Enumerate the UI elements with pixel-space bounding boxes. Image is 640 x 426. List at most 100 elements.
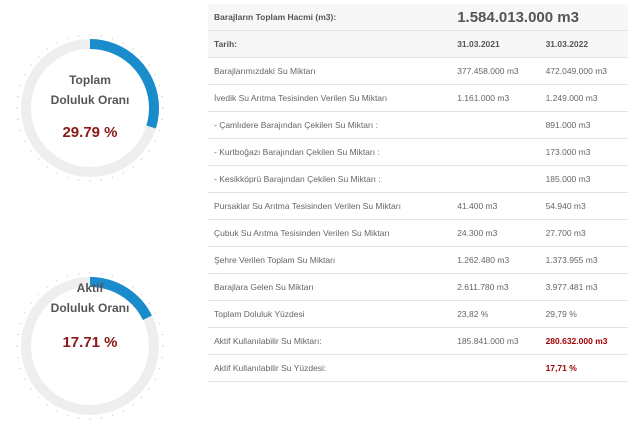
row-label: Barajlarımızdaki Su Miktarı (208, 58, 451, 85)
row-value-2022: 1.249.000 m3 (540, 85, 628, 112)
gauge-tick (47, 404, 48, 406)
total-volume-value: 1.584.013.000 m3 (451, 4, 628, 31)
row-value-2022: 280.632.000 m3 (540, 328, 628, 355)
row-value-2022: 54.940 m3 (540, 193, 628, 220)
gauge-total-fill-rate: Toplam Doluluk Oranı 29.79 % (10, 28, 170, 188)
row-value-2022: 3.977.481 m3 (540, 274, 628, 301)
gauge-active-fill-rate: Aktif Doluluk Oranı 17.71 % (10, 266, 170, 426)
gauge-tick (38, 56, 39, 57)
table-header-dates: Tarih: 31.03.2021 31.03.2022 (208, 31, 628, 58)
row-value-2021: 377.458.000 m3 (451, 58, 539, 85)
row-value-2021 (451, 355, 539, 382)
row-label: Pursaklar Su Arıtma Tesisinden Verilen S… (208, 193, 451, 220)
table-row: Pursaklar Su Arıtma Tesisinden Verilen S… (208, 193, 628, 220)
gauge-tick (38, 397, 39, 398)
row-value-2022: 472.049.000 m3 (540, 58, 628, 85)
table-row: Çubuk Su Arıtma Tesisinden Verilen Su Mi… (208, 220, 628, 247)
row-value-2021 (451, 112, 539, 139)
gauge-total-label-1: Toplam (10, 70, 170, 90)
row-value-2021: 23,82 % (451, 301, 539, 328)
row-value-2021: 185.841.000 m3 (451, 328, 539, 355)
gauge-tick (148, 150, 150, 151)
gauge-tick (30, 65, 32, 66)
gauge-tick (123, 42, 124, 44)
date-column-2: 31.03.2022 (540, 31, 628, 58)
gauge-tick (56, 42, 57, 44)
row-label: Şehre Verilen Toplam Su Miktarı (208, 247, 451, 274)
date-column-1: 31.03.2021 (451, 31, 539, 58)
table-row: - Kesikköprü Barajından Çekilen Su Mikta… (208, 166, 628, 193)
gauge-tick (123, 410, 124, 412)
table-row: Aktif Kullanılabilir Su Miktarı:185.841.… (208, 328, 628, 355)
gauge-tick (24, 379, 26, 380)
gauge-tick (30, 150, 32, 151)
table-row: Aktif Kullanılabilir Su Yüzdesi: 17,71 % (208, 355, 628, 382)
row-value-2022: 173.000 m3 (540, 139, 628, 166)
row-value-2021 (451, 166, 539, 193)
gauge-tick (141, 159, 142, 160)
table-row: Barajlarımızdaki Su Miktarı377.458.000 m… (208, 58, 628, 85)
table-row: İvedik Su Arıtma Tesisinden Verilen Su M… (208, 85, 628, 112)
gauge-tick (112, 414, 113, 416)
row-value-2021: 1.262.480 m3 (451, 247, 539, 274)
row-value-2022: 185.000 m3 (540, 166, 628, 193)
row-label: - Kesikköprü Barajından Çekilen Su Mikta… (208, 166, 451, 193)
date-label: Tarih: (208, 31, 451, 58)
row-label: Aktif Kullanılabilir Su Yüzdesi: (208, 355, 451, 382)
gauge-tick (112, 176, 113, 178)
row-value-2022: 17,71 % (540, 355, 628, 382)
gauge-tick (141, 397, 142, 398)
row-value-2022: 27.700 m3 (540, 220, 628, 247)
row-value-2022: 29,79 % (540, 301, 628, 328)
row-label: Çubuk Su Arıtma Tesisinden Verilen Su Mi… (208, 220, 451, 247)
gauge-tick (148, 65, 150, 66)
gauge-tick (158, 368, 160, 369)
row-value-2022: 1.373.955 m3 (540, 247, 628, 274)
table-header-total-volume: Barajların Toplam Hacmi (m3): 1.584.013.… (208, 4, 628, 31)
row-value-2021: 2.611.780 m3 (451, 274, 539, 301)
gauge-tick (67, 38, 68, 40)
row-label: - Kurtboğazı Barajından Çekilen Su Mikta… (208, 139, 451, 166)
row-value-2021: 1.161.000 m3 (451, 85, 539, 112)
row-label: Toplam Doluluk Yüzdesi (208, 301, 451, 328)
gauge-tick (20, 323, 22, 324)
gauge-tick (123, 172, 124, 174)
gauge-tick (158, 323, 160, 324)
gauge-tick (154, 379, 156, 380)
row-label: Aktif Kullanılabilir Su Miktarı: (208, 328, 451, 355)
gauge-tick (67, 414, 68, 416)
gauge-tick (30, 388, 32, 389)
gauge-active-label-1: Aktif (10, 278, 170, 298)
gauge-tick (132, 404, 133, 406)
gauge-active-label-2: Doluluk Oranı (10, 298, 170, 318)
gauge-tick (47, 166, 48, 168)
table-row: Barajlara Gelen Su Miktarı2.611.780 m33.… (208, 274, 628, 301)
gauge-tick (38, 159, 39, 160)
row-value-2021: 41.400 m3 (451, 193, 539, 220)
gauge-tick (56, 172, 57, 174)
table-row: Toplam Doluluk Yüzdesi23,82 %29,79 % (208, 301, 628, 328)
row-label: Barajlara Gelen Su Miktarı (208, 274, 451, 301)
table-row: - Çamlıdere Barajından Çekilen Su Miktar… (208, 112, 628, 139)
gauge-tick (47, 48, 48, 50)
gauge-tick (132, 48, 133, 50)
gauge-total-label-2: Doluluk Oranı (10, 90, 170, 110)
gauge-active-percent: 17.71 % (10, 334, 170, 351)
dam-statistics-table: Barajların Toplam Hacmi (m3): 1.584.013.… (208, 4, 628, 382)
total-volume-label: Barajların Toplam Hacmi (m3): (208, 4, 451, 31)
gauge-tick (20, 368, 22, 369)
row-label: İvedik Su Arıtma Tesisinden Verilen Su M… (208, 85, 451, 112)
gauge-tick (67, 176, 68, 178)
row-value-2022: 891.000 m3 (540, 112, 628, 139)
table-row: - Kurtboğazı Barajından Çekilen Su Mikta… (208, 139, 628, 166)
gauge-tick (132, 166, 133, 168)
row-value-2021: 24.300 m3 (451, 220, 539, 247)
gauge-total-percent: 29.79 % (10, 124, 170, 141)
table-row: Şehre Verilen Toplam Su Miktarı1.262.480… (208, 247, 628, 274)
gauge-tick (112, 38, 113, 40)
gauge-tick (148, 388, 150, 389)
row-label: - Çamlıdere Barajından Çekilen Su Miktar… (208, 112, 451, 139)
gauge-tick (141, 56, 142, 57)
row-value-2021 (451, 139, 539, 166)
gauge-tick (56, 410, 57, 412)
